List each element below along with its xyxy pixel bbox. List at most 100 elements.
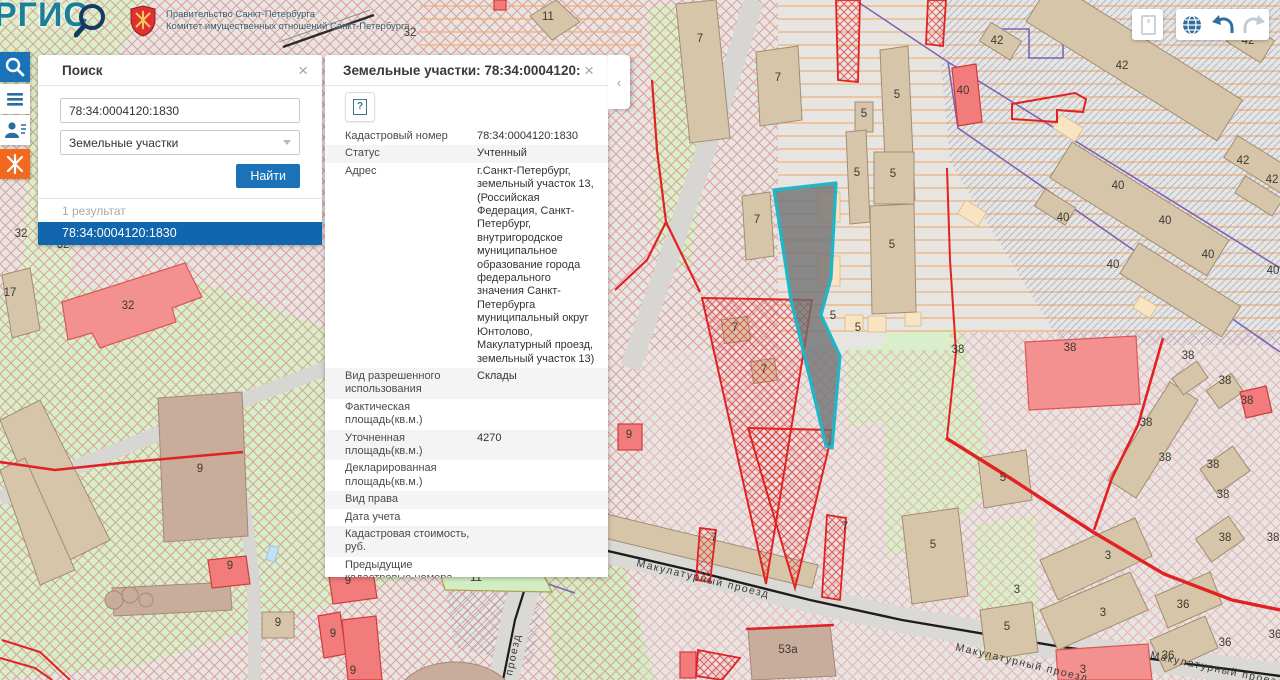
detail-value: Склады bbox=[477, 370, 598, 397]
map-number-label: 5 bbox=[861, 108, 867, 120]
detail-value: Учтенный bbox=[477, 147, 598, 160]
map-number-label: 40 bbox=[1267, 265, 1280, 277]
map-number-label: 32 bbox=[122, 300, 135, 312]
map-number-label: 5 bbox=[854, 167, 860, 179]
map-number-label: 38 bbox=[1207, 459, 1220, 471]
menu-icon bbox=[2, 86, 28, 112]
detail-value bbox=[477, 493, 598, 506]
sidebar-kio-button[interactable] bbox=[0, 149, 30, 179]
redo-icon bbox=[1241, 12, 1267, 38]
map-number-label: 9 bbox=[197, 463, 203, 475]
kio-emblem-icon bbox=[3, 152, 27, 176]
map-number-label: 9 bbox=[227, 560, 233, 572]
detail-label: Вид права bbox=[345, 493, 471, 506]
close-icon[interactable]: × bbox=[580, 60, 598, 81]
details-panel-header: Земельные участки: 78:34:0004120:1830 × bbox=[325, 55, 608, 86]
detail-label: Вид разрешенного использования bbox=[345, 370, 471, 397]
map-number-label: 38 bbox=[1159, 452, 1172, 464]
sidebar-user-layers-button[interactable] bbox=[0, 115, 30, 145]
map-number-label: 42 bbox=[1266, 174, 1279, 186]
parcel-details-panel: Земельные участки: 78:34:0004120:1830 × … bbox=[325, 55, 608, 577]
map-number-label: 36 bbox=[1219, 637, 1232, 649]
frame-button[interactable] bbox=[1132, 9, 1163, 40]
map-number-label: 7 bbox=[754, 214, 760, 226]
map-number-label: 5 bbox=[930, 539, 936, 551]
sidebar-menu-button[interactable] bbox=[0, 84, 30, 114]
map-number-label: 7 bbox=[697, 33, 703, 45]
redo-button[interactable] bbox=[1238, 9, 1269, 40]
search-input[interactable] bbox=[60, 98, 300, 123]
chevron-left-icon: ‹ bbox=[617, 75, 621, 90]
map-number-label: 9 bbox=[275, 617, 281, 629]
detail-label: Дата учета bbox=[345, 511, 471, 524]
identify-tool-button[interactable]: ? bbox=[345, 92, 375, 122]
undo-button[interactable] bbox=[1207, 9, 1238, 40]
map-number-label: 40 bbox=[957, 85, 970, 97]
app-window: 3211777777742424242424040404040404055555… bbox=[0, 0, 1280, 680]
detail-value bbox=[477, 511, 598, 524]
map-number-label: 36 bbox=[1177, 599, 1190, 611]
detail-label: Статус bbox=[345, 147, 471, 160]
search-panel: Поиск × Земельные участки Найти 1 резуль… bbox=[38, 55, 322, 245]
undo-icon bbox=[1210, 12, 1236, 38]
map-nav-controls bbox=[1176, 9, 1269, 40]
map-number-label: 38 bbox=[1182, 350, 1195, 362]
results-count: 1 результат bbox=[38, 198, 322, 222]
map-number-label: 5 bbox=[890, 168, 896, 180]
map-number-label: 38 bbox=[1267, 532, 1280, 544]
map-number-label: 38 bbox=[952, 344, 965, 356]
sidebar-search-button[interactable] bbox=[0, 52, 30, 82]
map-number-label: 9 bbox=[626, 429, 632, 441]
map-number-label: 40 bbox=[1159, 215, 1172, 227]
map-number-label: 40 bbox=[1057, 212, 1070, 224]
search-result-item[interactable]: 78:34:0004120:1830 bbox=[38, 222, 322, 245]
detail-value bbox=[477, 528, 598, 555]
map-number-label: 9 bbox=[350, 665, 356, 677]
detail-row: Кадастровая стоимость, руб. bbox=[325, 526, 608, 557]
panel-collapse-tab[interactable]: ‹ bbox=[608, 55, 630, 109]
org-line1: Правительство Санкт-Петербурга bbox=[166, 9, 410, 21]
map-number-label: 53а bbox=[778, 644, 798, 656]
map-number-label: 38 bbox=[1140, 417, 1153, 429]
map-number-label: 38 bbox=[1241, 395, 1254, 407]
map-number-label: 5 bbox=[889, 239, 895, 251]
find-button[interactable]: Найти bbox=[236, 164, 300, 188]
detail-label: Адрес bbox=[345, 165, 471, 366]
detail-row: Фактическая площадь(кв.м.) bbox=[325, 399, 608, 430]
detail-value: г.Санкт-Петербург, земельный участок 13,… bbox=[477, 165, 598, 366]
detail-value bbox=[477, 559, 598, 577]
detail-row: Кадастровый номер78:34:0004120:1830 bbox=[325, 128, 608, 145]
detail-label: Декларированная площадь(кв.м.) bbox=[345, 462, 471, 489]
map-number-label: 32 bbox=[15, 228, 28, 240]
detail-row: Дата учета bbox=[325, 509, 608, 526]
detail-row: Адресг.Санкт-Петербург, земельный участо… bbox=[325, 163, 608, 368]
map-number-label: 17 bbox=[4, 287, 17, 299]
detail-label: Уточненная площадь(кв.м.) bbox=[345, 432, 471, 459]
map-number-label: 7 bbox=[775, 72, 781, 84]
map-number-label: 42 bbox=[991, 35, 1004, 47]
map-number-label: 40 bbox=[1107, 259, 1120, 271]
detail-row: Предыдущие кадастровые номера bbox=[325, 557, 608, 577]
detail-row: Уточненная площадь(кв.м.)4270 bbox=[325, 430, 608, 461]
detail-row: Декларированная площадь(кв.м.) bbox=[325, 460, 608, 491]
layer-select[interactable]: Земельные участки bbox=[60, 130, 300, 155]
detail-value bbox=[477, 401, 598, 428]
logo-magnifier-icon bbox=[74, 1, 114, 39]
map-number-label: 36 bbox=[1269, 629, 1280, 641]
map-number-label: 3 bbox=[1105, 550, 1111, 562]
globe-button[interactable] bbox=[1176, 9, 1207, 40]
org-line2: Комитет имущественных отношений Санкт-Пе… bbox=[166, 21, 410, 33]
detail-value: 4270 bbox=[477, 432, 598, 459]
map-number-label: 38 bbox=[1217, 489, 1230, 501]
close-icon[interactable]: × bbox=[294, 60, 312, 81]
identify-question-icon: ? bbox=[353, 99, 367, 115]
user-layers-icon bbox=[2, 117, 28, 143]
map-number-label: 38 bbox=[1219, 532, 1232, 544]
chevron-down-icon bbox=[283, 140, 291, 145]
map-number-label: 5 bbox=[1004, 621, 1010, 633]
map-number-label: 42 bbox=[1116, 60, 1129, 72]
spb-coat-of-arms-icon bbox=[129, 5, 157, 37]
frame-icon bbox=[1133, 10, 1163, 40]
map-number-label: 5 bbox=[894, 89, 900, 101]
detail-label: Предыдущие кадастровые номера bbox=[345, 559, 471, 577]
